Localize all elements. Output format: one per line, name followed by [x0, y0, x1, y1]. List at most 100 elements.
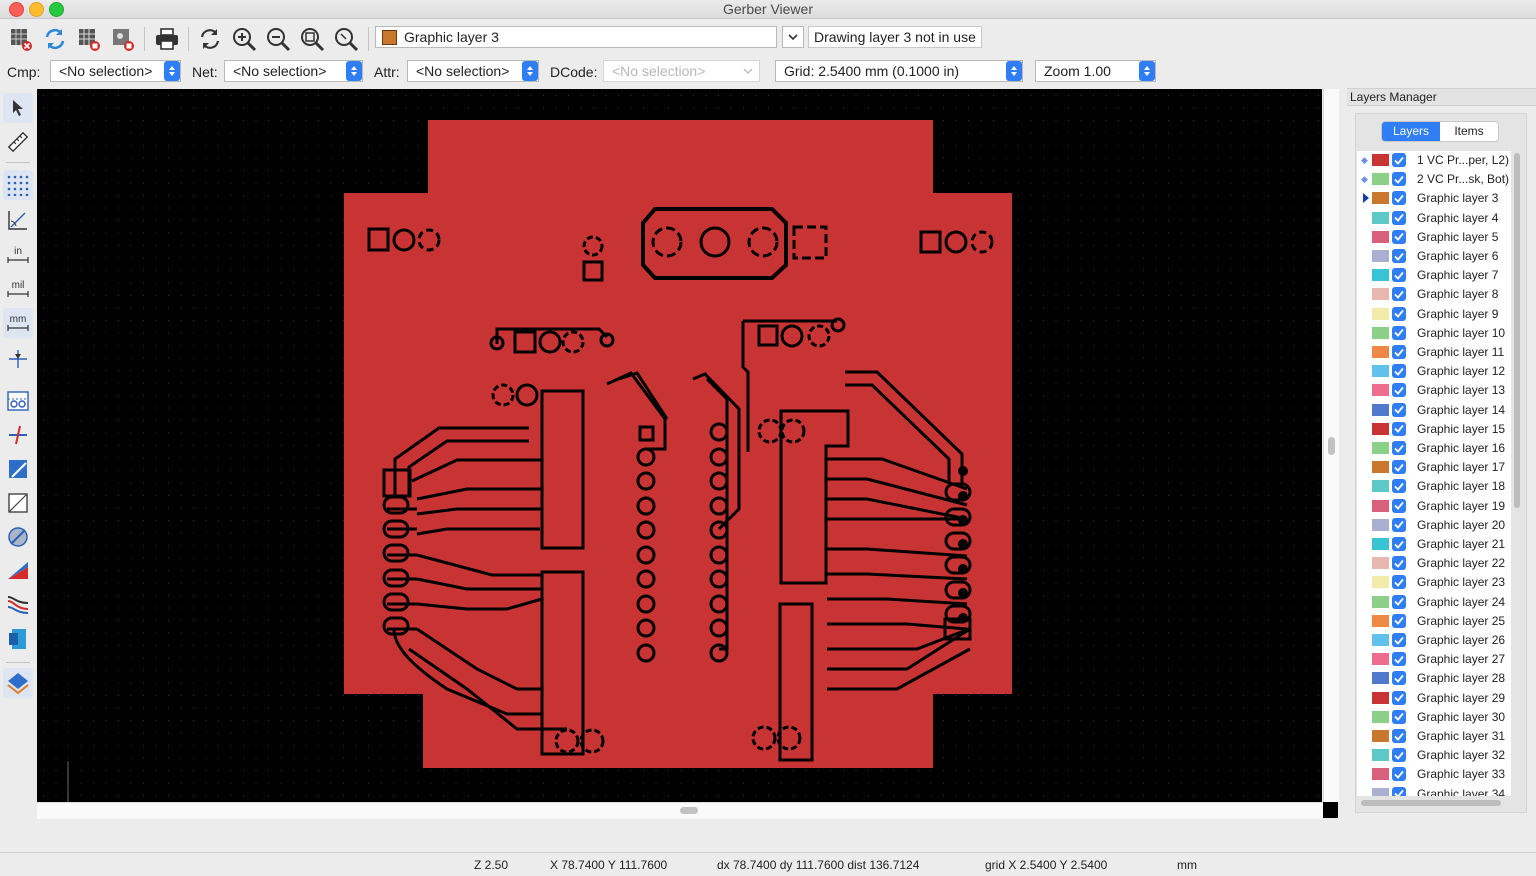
layer-visibility-checkbox[interactable]	[1392, 671, 1406, 686]
layer-row[interactable]: Graphic layer 31	[1357, 727, 1511, 746]
layer-row[interactable]: Graphic layer 28	[1357, 669, 1511, 688]
layer-row[interactable]: Graphic layer 12	[1357, 362, 1511, 381]
layer-row[interactable]: Graphic layer 26	[1357, 631, 1511, 650]
layer-row[interactable]: Graphic layer 21	[1357, 535, 1511, 554]
layer-color-swatch[interactable]	[1372, 749, 1389, 762]
layer-color-swatch[interactable]	[1372, 710, 1389, 723]
erase-drill-icon[interactable]	[73, 23, 105, 55]
layer-row[interactable]: Graphic layer 20	[1357, 516, 1511, 535]
layer-visibility-checkbox[interactable]	[1392, 767, 1406, 782]
scroll-thumb[interactable]	[1361, 800, 1501, 806]
layer-visibility-checkbox[interactable]	[1392, 287, 1406, 302]
layer-row[interactable]: ◆ 1 VC Pr...per, L2)	[1357, 151, 1511, 170]
layer-color-swatch[interactable]	[1372, 538, 1389, 550]
layer-color-swatch[interactable]	[1372, 230, 1389, 243]
layer-row[interactable]: Graphic layer 24	[1357, 593, 1511, 612]
layer-row[interactable]: Graphic layer 23	[1357, 573, 1511, 592]
layer-color-swatch[interactable]	[1372, 403, 1389, 416]
scroll-thumb[interactable]	[680, 807, 698, 814]
layer-row[interactable]: Graphic layer 32	[1357, 746, 1511, 765]
layer-visibility-checkbox[interactable]	[1392, 364, 1406, 379]
dcodes-button[interactable]	[3, 522, 33, 552]
layer-row[interactable]: Graphic layer 10	[1357, 324, 1511, 343]
layer-color-swatch[interactable]	[1372, 384, 1389, 397]
inch-units-button[interactable]: in	[3, 240, 33, 270]
layer-visibility-checkbox[interactable]	[1392, 402, 1406, 417]
layer-row[interactable]: Graphic layer 15	[1357, 420, 1511, 439]
layer-visibility-checkbox[interactable]	[1392, 153, 1406, 167]
layer-color-swatch[interactable]	[1372, 518, 1389, 531]
layer-visibility-checkbox[interactable]	[1392, 421, 1406, 436]
layer-color-swatch[interactable]	[1372, 192, 1389, 205]
layer-visibility-checkbox[interactable]	[1392, 172, 1406, 187]
layer-row[interactable]: Graphic layer 34	[1357, 785, 1511, 796]
layer-visibility-checkbox[interactable]	[1392, 306, 1406, 321]
layer-visibility-checkbox[interactable]	[1392, 249, 1406, 263]
zoom-out-icon[interactable]	[262, 23, 294, 55]
layer-visibility-checkbox[interactable]	[1392, 613, 1406, 628]
layer-color-swatch[interactable]	[1372, 730, 1389, 742]
active-layer-dropdown-button[interactable]	[782, 26, 804, 48]
layer-color-swatch[interactable]	[1372, 557, 1389, 570]
layer-color-swatch[interactable]	[1372, 499, 1389, 512]
layer-color-swatch[interactable]	[1372, 288, 1389, 301]
layer-color-swatch[interactable]	[1372, 154, 1389, 166]
layer-visibility-checkbox[interactable]	[1392, 345, 1406, 359]
layer-color-swatch[interactable]	[1372, 250, 1389, 262]
layer-color-swatch[interactable]	[1372, 672, 1389, 685]
layer-visibility-checkbox[interactable]	[1392, 210, 1406, 225]
cmp-select[interactable]: <No selection>	[50, 60, 181, 82]
zoom-selection-icon[interactable]	[330, 23, 362, 55]
active-layer-select[interactable]: Graphic layer 3	[375, 26, 777, 48]
polygons-sketch-button[interactable]	[3, 454, 33, 484]
net-select[interactable]: <No selection>	[224, 60, 363, 82]
layer-color-swatch[interactable]	[1372, 480, 1389, 493]
layer-color-swatch[interactable]	[1372, 346, 1389, 358]
polar-coords-button[interactable]	[3, 205, 33, 235]
layer-row[interactable]: Graphic layer 19	[1357, 497, 1511, 516]
layer-color-swatch[interactable]	[1372, 307, 1389, 320]
layer-color-swatch[interactable]	[1372, 365, 1389, 378]
layer-row[interactable]: Graphic layer 6	[1357, 247, 1511, 266]
layer-visibility-checkbox[interactable]	[1392, 537, 1406, 551]
layer-visibility-checkbox[interactable]	[1392, 594, 1406, 609]
layer-visibility-checkbox[interactable]	[1392, 479, 1406, 494]
canvas-horizontal-scrollbar[interactable]	[37, 802, 1323, 819]
gerber-canvas[interactable]	[37, 89, 1322, 802]
layer-row[interactable]: Graphic layer 3	[1357, 189, 1511, 208]
canvas-vertical-scrollbar[interactable]	[1323, 89, 1339, 802]
attr-select[interactable]: <No selection>	[407, 60, 539, 82]
layer-row[interactable]: ◆ 2 VC Pr...sk, Bot)	[1357, 170, 1511, 189]
layer-visibility-checkbox[interactable]	[1392, 748, 1406, 763]
layer-transparency-button[interactable]	[3, 556, 33, 586]
layer-visibility-checkbox[interactable]	[1392, 383, 1406, 398]
diff-mode-button[interactable]	[3, 590, 33, 620]
layer-row[interactable]: Graphic layer 18	[1357, 477, 1511, 496]
layer-visibility-checkbox[interactable]	[1392, 517, 1406, 532]
layer-visibility-checkbox[interactable]	[1392, 191, 1406, 206]
layer-color-swatch[interactable]	[1372, 691, 1389, 704]
layer-row[interactable]: Graphic layer 14	[1357, 401, 1511, 420]
layer-row[interactable]: Graphic layer 30	[1357, 708, 1511, 727]
scroll-thumb[interactable]	[1328, 437, 1335, 455]
layer-row[interactable]: Graphic layer 25	[1357, 612, 1511, 631]
grid-select[interactable]: Grid: 2.5400 mm (0.1000 in)	[775, 60, 1023, 82]
layer-row[interactable]: Graphic layer 16	[1357, 439, 1511, 458]
layer-color-swatch[interactable]	[1372, 768, 1389, 781]
layer-color-swatch[interactable]	[1372, 653, 1389, 666]
layer-color-swatch[interactable]	[1372, 461, 1389, 474]
layer-visibility-checkbox[interactable]	[1392, 709, 1406, 724]
layer-color-swatch[interactable]	[1372, 269, 1389, 282]
layer-visibility-checkbox[interactable]	[1392, 729, 1406, 743]
layer-visibility-checkbox[interactable]	[1392, 229, 1406, 244]
layer-visibility-checkbox[interactable]	[1392, 460, 1406, 475]
layer-row[interactable]: Graphic layer 22	[1357, 554, 1511, 573]
layer-row[interactable]: Graphic layer 17	[1357, 458, 1511, 477]
layer-visibility-checkbox[interactable]	[1392, 690, 1406, 705]
flashed-items-button[interactable]	[3, 386, 33, 416]
lines-sketch-button[interactable]	[3, 420, 33, 450]
layer-color-swatch[interactable]	[1372, 422, 1389, 435]
mil-units-button[interactable]: mil	[3, 274, 33, 304]
zoom-in-icon[interactable]	[228, 23, 260, 55]
layer-visibility-checkbox[interactable]	[1392, 633, 1406, 647]
